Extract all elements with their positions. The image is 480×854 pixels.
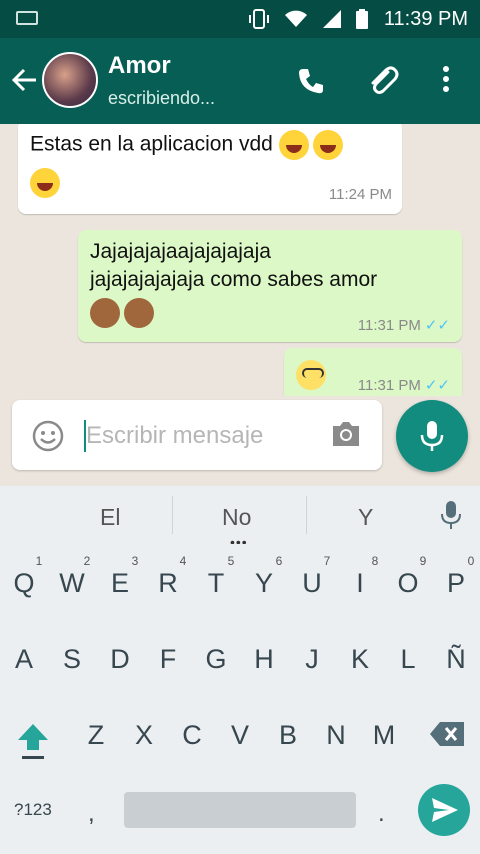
- laughing-emoji-icon: [312, 130, 343, 160]
- key-p[interactable]: P: [432, 568, 480, 599]
- shift-icon[interactable]: [16, 722, 50, 752]
- key-f[interactable]: F: [144, 644, 192, 675]
- message-text-line2: jajajajajajaja como sabes amor: [90, 268, 378, 291]
- symbols-key[interactable]: ?123: [14, 800, 52, 820]
- key-i[interactable]: I: [336, 568, 384, 599]
- send-icon: [432, 798, 458, 822]
- key-n[interactable]: N: [312, 720, 360, 751]
- battery-icon: [356, 9, 368, 29]
- key-d[interactable]: D: [96, 644, 144, 675]
- key-m[interactable]: M: [360, 720, 408, 751]
- key-b[interactable]: B: [264, 720, 312, 751]
- key-s[interactable]: S: [48, 644, 96, 675]
- message-text: Estas en la aplicacion vdd: [30, 132, 273, 156]
- period-key[interactable]: .: [378, 800, 385, 828]
- soft-keyboard: 1 2 3 4 5 6 7 8 9 0 Q W E R T Y U I O P …: [0, 544, 480, 854]
- key-hint: 3: [131, 554, 139, 568]
- key-w[interactable]: W: [48, 568, 96, 599]
- key-enye[interactable]: Ñ: [432, 644, 480, 675]
- suggestion-word[interactable]: Y: [358, 504, 373, 531]
- key-v[interactable]: V: [216, 720, 264, 751]
- key-hint: 4: [179, 554, 187, 568]
- key-hint: 2: [83, 554, 91, 568]
- key-h[interactable]: H: [240, 644, 288, 675]
- see-no-evil-monkey-icon: [90, 298, 120, 328]
- backspace-icon[interactable]: [428, 720, 466, 748]
- key-o[interactable]: O: [384, 568, 432, 599]
- message-input[interactable]: Escribir mensaje: [86, 422, 263, 450]
- key-j[interactable]: J: [288, 644, 336, 675]
- message-bubble-incoming[interactable]: Estas en la aplicacion vdd 11:24 PM: [18, 124, 402, 214]
- contact-name[interactable]: Amor: [108, 52, 171, 80]
- key-hint: 7: [323, 554, 331, 568]
- shift-indicator: [22, 756, 44, 759]
- status-time: 11:39 PM: [383, 8, 468, 30]
- wifi-icon: [285, 10, 307, 27]
- key-a[interactable]: A: [0, 644, 48, 675]
- message-time: 11:31 PM: [357, 317, 421, 334]
- key-hint: 5: [227, 554, 235, 568]
- message-bubble-outgoing[interactable]: Jajajajajaajajajajaja jajajajajajaja com…: [78, 230, 462, 342]
- message-time: 11:31 PM: [357, 377, 421, 394]
- divider: [306, 496, 307, 534]
- message-composer[interactable]: Escribir mensaje: [12, 400, 382, 470]
- more-options-icon[interactable]: [438, 64, 454, 94]
- vibrate-icon: [249, 9, 269, 29]
- key-z[interactable]: Z: [72, 720, 120, 751]
- key-u[interactable]: U: [288, 568, 336, 599]
- keyboard-notification-icon: [16, 11, 38, 25]
- key-hint: 9: [419, 554, 427, 568]
- divider: [172, 496, 173, 534]
- chat-area: Estas en la aplicacion vdd 11:24 PM Jaja…: [0, 124, 480, 396]
- emoji-icon[interactable]: [32, 420, 64, 452]
- key-e[interactable]: E: [96, 568, 144, 599]
- phone-call-icon[interactable]: [296, 66, 326, 96]
- comma-key[interactable]: ,: [88, 800, 95, 828]
- status-bar: 11:39 PM: [0, 0, 480, 38]
- send-button[interactable]: [418, 784, 470, 836]
- voice-input-icon[interactable]: [440, 500, 462, 530]
- laughing-emoji-icon: [278, 130, 309, 160]
- key-hint: 1: [35, 554, 43, 568]
- suggestion-word[interactable]: No: [222, 504, 251, 531]
- message-text-line1: Jajajajajaajajajajaja: [90, 240, 271, 263]
- camera-icon[interactable]: [330, 420, 362, 448]
- laughing-emoji-icon: [30, 168, 60, 198]
- typing-status: escribiendo...: [108, 88, 216, 108]
- contact-avatar[interactable]: [42, 52, 98, 108]
- message-time: 11:24 PM: [328, 186, 392, 203]
- message-bubble-outgoing[interactable]: 11:31 PM ✓✓: [284, 348, 462, 396]
- see-no-evil-monkey-icon: [124, 298, 154, 328]
- back-arrow-icon[interactable]: [10, 66, 38, 94]
- space-bar[interactable]: [124, 792, 356, 828]
- key-k[interactable]: K: [336, 644, 384, 675]
- key-x[interactable]: X: [120, 720, 168, 751]
- key-y[interactable]: Y: [240, 568, 288, 599]
- microphone-icon: [420, 421, 444, 451]
- key-l[interactable]: L: [384, 644, 432, 675]
- key-hint: 0: [467, 554, 475, 568]
- key-c[interactable]: C: [168, 720, 216, 751]
- attach-paperclip-icon[interactable]: [366, 64, 400, 98]
- suggestion-word[interactable]: El: [100, 504, 120, 531]
- key-r[interactable]: R: [144, 568, 192, 599]
- key-t[interactable]: T: [192, 568, 240, 599]
- read-receipt-icon: ✓✓: [424, 317, 450, 334]
- read-receipt-icon: ✓✓: [424, 377, 450, 394]
- key-hint: 8: [371, 554, 379, 568]
- chat-header: Amor escribiendo...: [0, 38, 480, 124]
- signal-icon: [323, 10, 341, 28]
- key-g[interactable]: G: [192, 644, 240, 675]
- key-q[interactable]: Q: [0, 568, 48, 599]
- voice-message-button[interactable]: [396, 400, 468, 472]
- suggestion-strip: El No ••• Y: [0, 486, 480, 550]
- key-hint: 6: [275, 554, 283, 568]
- rolling-eyes-emoji-icon: [296, 360, 326, 390]
